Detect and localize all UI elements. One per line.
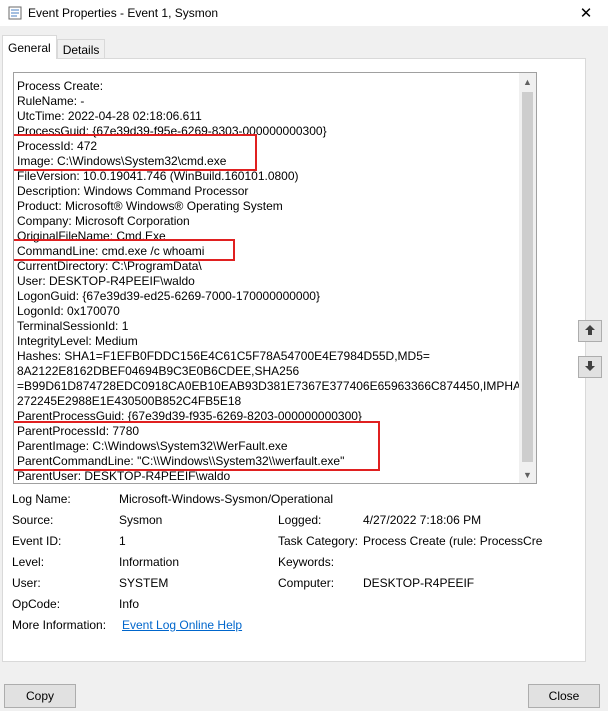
tab-general-label: General [8,40,51,55]
highlight-parent-process [14,421,380,471]
previous-event-button[interactable] [578,320,602,342]
logged-label: Logged: [278,513,322,527]
tab-details-label: Details [62,42,100,57]
tab-general[interactable]: General [2,35,57,59]
up-arrow-icon [584,324,596,339]
description-line: 8A2122E8162DBEF04694B9C3E0B6CDEE,SHA256 [17,364,300,378]
tab-details[interactable]: Details [56,39,106,59]
logged-value: 4/27/2022 7:18:06 PM [363,513,482,527]
description-line: User: DESKTOP-R4PEEIF\waldo [17,274,195,288]
close-button[interactable]: Close [528,684,600,708]
event-log-online-help-link[interactable]: Event Log Online Help [122,618,242,632]
user-label: User: [12,576,41,590]
title-bar: Event Properties - Event 1, Sysmon ✕ [0,0,608,26]
event-properties-icon [8,6,22,20]
description-line: RuleName: - [17,94,85,108]
close-window-button[interactable]: ✕ [564,0,608,26]
opcode-value: Info [119,597,140,611]
description-line: UtcTime: 2022-04-28 02:18:06.611 [17,109,202,123]
window-title: Event Properties - Event 1, Sysmon [28,6,219,20]
user-value: SYSTEM [119,576,169,590]
down-arrow-icon [584,360,596,375]
description-line: TerminalSessionId: 1 [17,319,129,333]
description-line: Hashes: SHA1=F1EFB0FDDC156E4C61C5F78A547… [17,349,430,363]
highlight-process-image [14,134,257,171]
opcode-label: OpCode: [12,597,61,611]
tab-strip: General Details [2,35,106,59]
copy-button[interactable]: Copy [4,684,76,708]
event-id-value: 1 [119,534,126,548]
source-value: Sysmon [119,513,163,527]
task-category-label: Task Category: [278,534,359,548]
scroll-up-arrow-icon[interactable]: ▲ [519,73,536,90]
highlight-command-line [14,239,235,261]
description-scrollbar[interactable]: ▲ ▼ [519,73,536,483]
description-line: 272245E2988E1E430500B852C4FB5E18 [17,394,242,408]
log-name-value: Microsoft-Windows-Sysmon/Operational [119,492,334,506]
keywords-label: Keywords: [278,555,335,569]
copy-button-label: Copy [25,689,54,703]
description-line: Description: Windows Command Processor [17,184,249,198]
next-event-button[interactable] [578,356,602,378]
description-line: Process Create: [17,79,104,93]
scroll-down-arrow-icon[interactable]: ▼ [519,466,536,483]
level-value: Information [119,555,180,569]
description-line: =B99D61D874728EDC0918CA0EB10EAB93D381E73… [17,379,537,393]
event-id-label: Event ID: [12,534,62,548]
description-line: Product: Microsoft® Windows® Operating S… [17,199,283,213]
description-line: IntegrityLevel: Medium [17,334,138,348]
description-line: CurrentDirectory: C:\ProgramData\ [17,259,202,273]
description-line: LogonId: 0x170070 [17,304,120,318]
event-description-box[interactable]: Process Create: RuleName: - UtcTime: 202… [13,72,537,484]
close-icon: ✕ [579,5,593,22]
description-line: ParentUser: DESKTOP-R4PEEIF\waldo [17,469,231,483]
scrollbar-thumb[interactable] [522,92,533,462]
computer-label: Computer: [278,576,335,590]
level-label: Level: [12,555,45,569]
more-information-label: More Information: [12,618,107,632]
log-name-label: Log Name: [12,492,71,506]
description-line: FileVersion: 10.0.19041.746 (WinBuild.16… [17,169,299,183]
close-button-label: Close [548,689,580,703]
source-label: Source: [12,513,54,527]
description-line: LogonGuid: {67e39d39-ed25-6269-7000-1700… [17,289,320,303]
description-line: Company: Microsoft Corporation [17,214,190,228]
task-category-value: Process Create (rule: ProcessCreat [363,534,543,548]
computer-value: DESKTOP-R4PEEIF [363,576,475,590]
